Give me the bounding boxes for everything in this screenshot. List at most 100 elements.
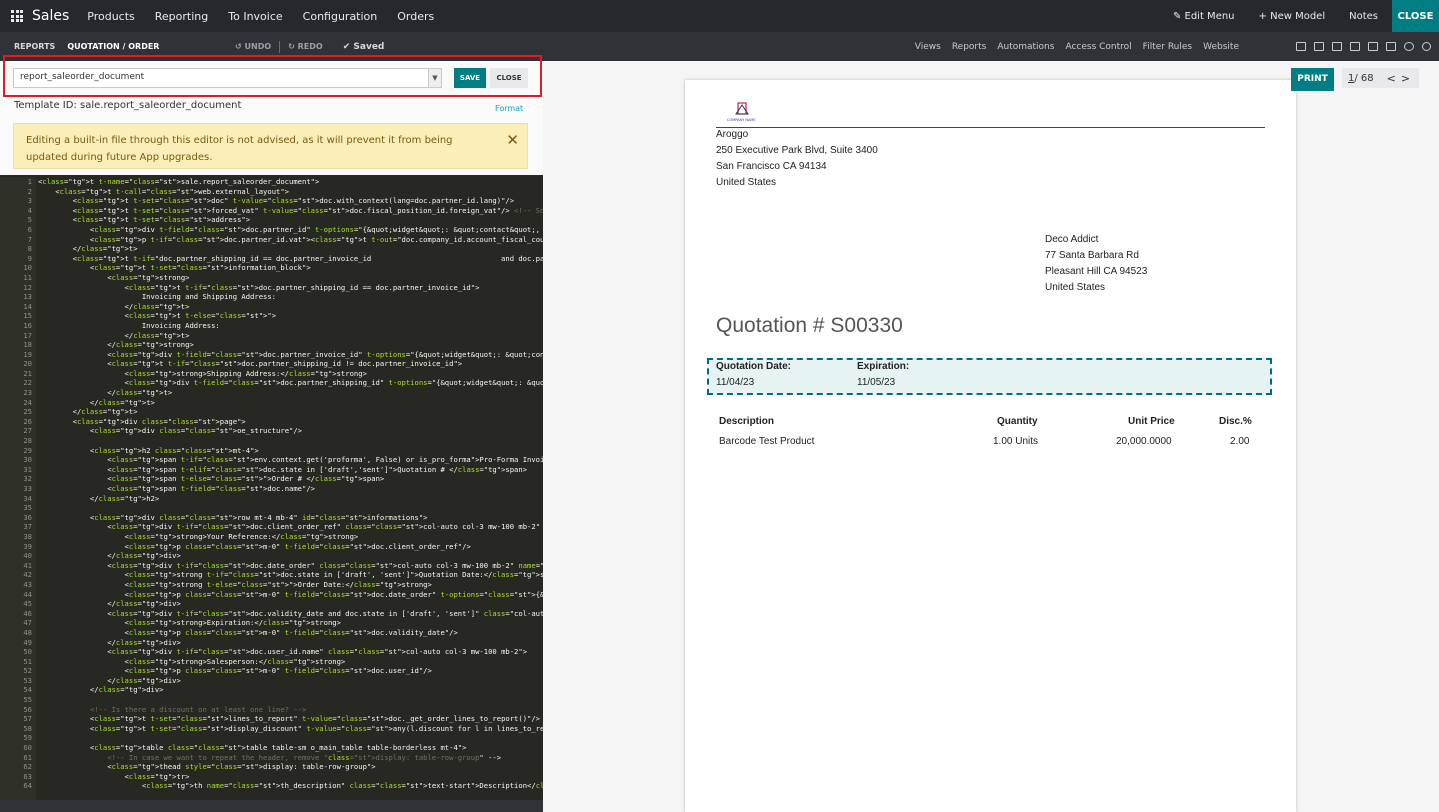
saved-status: ✔ Saved: [343, 42, 385, 52]
code-line: <class="tg">th name="class="st">th_descr…: [38, 781, 543, 791]
line-number: 14: [23, 301, 32, 311]
line-number: 50: [23, 647, 32, 657]
line-number: 63: [23, 771, 32, 781]
code-line: <class="tg">div class="class="st">oe_str…: [38, 426, 302, 436]
chevron-right-icon[interactable]: >: [1401, 72, 1415, 85]
code-line: </class="tg">strong>: [38, 340, 194, 350]
td-unit-price: 20,000.0000: [1116, 436, 1172, 447]
edit-menu-button[interactable]: ✎ Edit Menu: [1173, 11, 1235, 22]
menu-products[interactable]: Products: [87, 10, 135, 23]
line-number: 12: [23, 282, 32, 292]
print-button[interactable]: PRINT: [1291, 68, 1334, 91]
line-number: 56: [23, 704, 32, 714]
notes-button[interactable]: Notes: [1349, 11, 1378, 22]
link-views[interactable]: Views: [915, 42, 941, 52]
line-number: 8: [27, 244, 32, 254]
code-line: <class="tg">table class="class="st">tabl…: [38, 743, 467, 753]
link-filter-rules[interactable]: Filter Rules: [1143, 42, 1192, 52]
td-discount: 2.00: [1230, 436, 1250, 447]
line-number: 11: [23, 272, 32, 282]
line-number: 58: [23, 723, 32, 733]
undo-icon: ↺: [235, 42, 242, 51]
code-line: <class="tg">div t-if="class="st">doc.use…: [38, 647, 528, 657]
code-line: <!-- In case we want to repeat the heade…: [107, 752, 502, 762]
app-root: Sales Products Reporting To Invoice Conf…: [0, 0, 1439, 812]
app-name[interactable]: Sales: [32, 8, 69, 24]
expiration-value: 11/05/23: [857, 377, 896, 388]
new-model-button[interactable]: + New Model: [1259, 11, 1326, 22]
link-automations[interactable]: Automations: [997, 42, 1054, 52]
line-number: 4: [27, 205, 32, 215]
line-number: 19: [23, 349, 32, 359]
code-line: <class="tg">strong>Salesperson:</class="…: [38, 656, 346, 666]
line-number: 32: [23, 474, 32, 484]
undo-button[interactable]: ↺ UNDO: [235, 42, 271, 51]
line-number: 41: [23, 560, 32, 570]
graph-view-icon[interactable]: [1368, 42, 1378, 51]
expiration-label: Expiration:: [857, 361, 910, 372]
code-line: <class="tg">div class="class="st">page">: [38, 416, 246, 426]
code-line: <class="tg">thead style="class="st">disp…: [38, 762, 376, 772]
code-line: <class="tg">t t-else="class="st">">: [38, 311, 277, 321]
line-number: 44: [23, 589, 32, 599]
search-icon[interactable]: [1422, 42, 1431, 51]
link-website[interactable]: Website: [1203, 42, 1239, 52]
company-address-3: United States: [716, 177, 777, 188]
menu-configuration[interactable]: Configuration: [303, 10, 378, 23]
line-number: 61: [23, 752, 32, 762]
code-line: <class="tg">h2 class="class="st">mt-4">: [38, 445, 259, 455]
line-number: 62: [23, 762, 32, 772]
breadcrumb-reports[interactable]: REPORTS: [14, 42, 55, 51]
td-quantity: 1.00 Units: [993, 436, 1039, 447]
form-view-icon[interactable]: [1296, 42, 1306, 51]
line-number: 54: [23, 685, 32, 695]
pivot-view-icon[interactable]: [1386, 42, 1396, 51]
menu-to-invoice[interactable]: To Invoice: [228, 10, 282, 23]
chevron-left-icon[interactable]: <: [1387, 72, 1401, 85]
activity-view-icon[interactable]: [1404, 42, 1414, 51]
close-icon[interactable]: ✕: [506, 132, 519, 149]
menu-orders[interactable]: Orders: [397, 10, 434, 23]
code-line: <class="tg">div class="class="st">row mt…: [38, 512, 428, 522]
informations-block[interactable]: [707, 358, 1272, 395]
top-navbar: Sales Products Reporting To Invoice Conf…: [0, 0, 1439, 32]
code-line: <class="tg">span t-if="class="st">env.co…: [38, 455, 543, 465]
kanban-view-icon[interactable]: [1332, 42, 1342, 51]
format-button[interactable]: Format: [495, 104, 523, 113]
line-number: 35: [23, 503, 32, 513]
line-number: 64: [23, 781, 32, 791]
code-line: </class="tg">div>: [38, 637, 181, 647]
code-line: </class="tg">t>: [38, 388, 173, 398]
line-number: 57: [23, 714, 32, 724]
line-gutter: 1 2 3 4 5 6 7 8 9 10 11 12 13 14 15 16 17 18 19 20 21 22 23 24 2…: [0, 177, 36, 800]
link-reports[interactable]: Reports: [952, 42, 987, 52]
apps-menu-icon[interactable]: [11, 10, 23, 22]
code-line: <class="tg">t t-set="class="st">forced_v…: [38, 205, 543, 215]
line-number: 39: [23, 541, 32, 551]
pencil-icon: ✎: [1172, 10, 1182, 22]
link-access-control[interactable]: Access Control: [1065, 42, 1131, 52]
code-line: <class="tg">span t-field="class="st">doc…: [38, 484, 315, 493]
line-number: 16: [23, 320, 32, 330]
list-view-icon[interactable]: [1314, 42, 1324, 51]
calendar-view-icon[interactable]: [1350, 42, 1360, 51]
pager: 1/ 68 <>: [1342, 68, 1420, 88]
code-line: <class="tg">strong>Shipping Address:</cl…: [38, 368, 367, 378]
saved-label: Saved: [353, 41, 385, 52]
line-number: 5: [27, 215, 32, 225]
code-editor[interactable]: 1 2 3 4 5 6 7 8 9 10 11 12 13 14 15 16 17 18 19 20 21 22 23 24 2…: [0, 175, 543, 800]
line-number: 26: [23, 416, 32, 426]
line-number: 18: [23, 340, 32, 350]
redo-button[interactable]: ↻ REDO: [288, 42, 323, 51]
line-number: 7: [27, 234, 32, 244]
close-studio-button[interactable]: CLOSE: [1392, 0, 1439, 32]
warning-text: Editing a built-in file through this edi…: [26, 135, 453, 163]
line-number: 53: [23, 675, 32, 685]
line-number: 29: [23, 445, 32, 455]
line-number: 48: [23, 627, 32, 637]
line-number: 51: [23, 656, 32, 666]
menu-reporting[interactable]: Reporting: [155, 10, 208, 23]
